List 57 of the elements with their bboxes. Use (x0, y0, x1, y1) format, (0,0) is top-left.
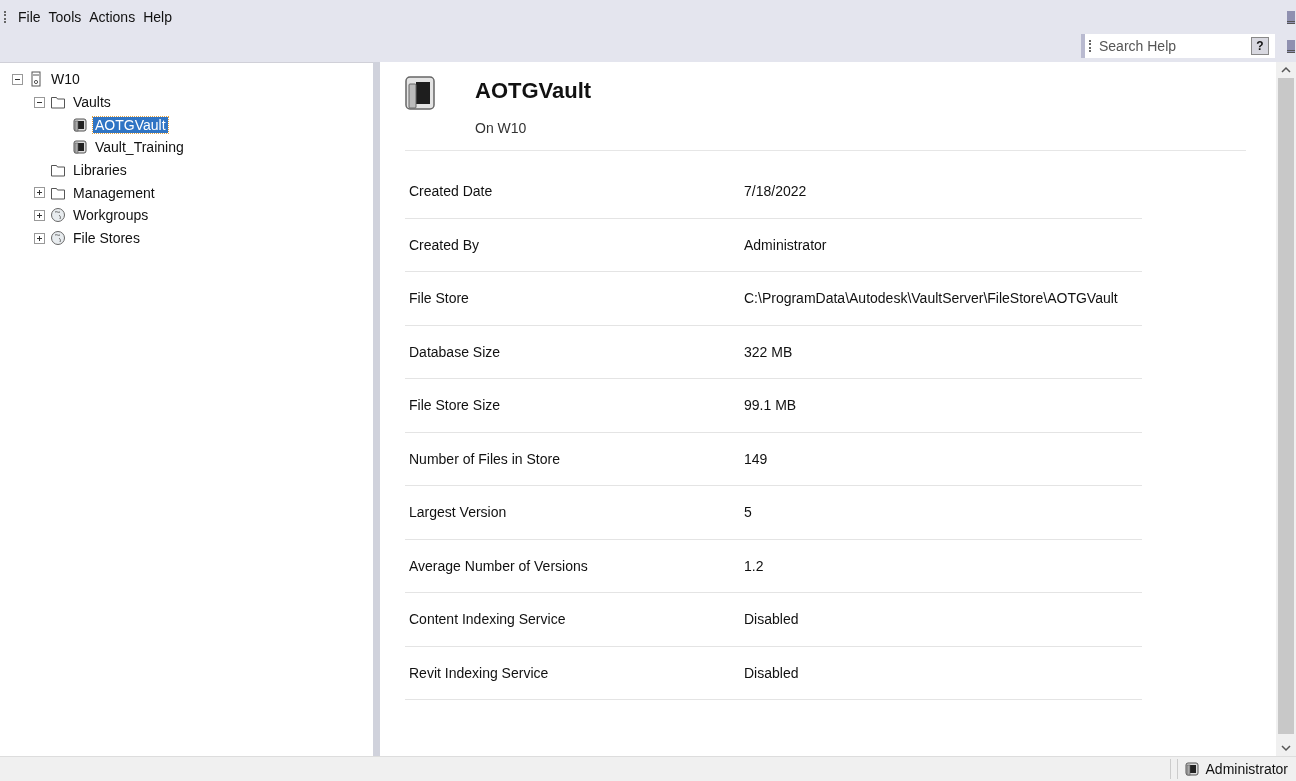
tree-item[interactable]: AOTGVault (93, 116, 168, 133)
scroll-down-icon[interactable] (1281, 744, 1291, 752)
property-value: Disabled (744, 611, 799, 628)
vault-icon (72, 116, 88, 133)
property-value: 322 MB (744, 343, 793, 360)
toolbar-overflow-icon[interactable] (1287, 10, 1295, 24)
globe-icon (50, 207, 66, 224)
expand-toggle[interactable] (34, 187, 45, 199)
property-value: 5 (744, 504, 752, 521)
tree-item[interactable]: W10 (49, 71, 82, 88)
tree-item[interactable]: Libraries (71, 162, 129, 179)
help-button[interactable]: ? (1251, 37, 1269, 55)
tree-item[interactable]: File Stores (71, 230, 142, 247)
vault-icon (72, 139, 88, 156)
property-label: Database Size (409, 343, 502, 360)
property-value: 7/18/2022 (744, 183, 807, 200)
vertical-scrollbar[interactable] (1276, 62, 1296, 756)
property-value: 149 (744, 450, 768, 467)
property-value: Disabled (744, 664, 799, 681)
menu-item[interactable]: File (14, 9, 45, 25)
toolbar-grip[interactable] (4, 11, 8, 23)
vault-icon (1183, 761, 1200, 777)
collapse-toggle[interactable] (34, 96, 45, 108)
folder-icon (50, 94, 66, 111)
menu-item[interactable]: Tools (44, 9, 86, 25)
vault-icon (405, 76, 435, 110)
property-value: 1.2 (744, 557, 764, 574)
tree-item[interactable]: Workgroups (71, 207, 151, 224)
property-label: Created By (409, 236, 481, 253)
vault-subtitle: On W10 (475, 120, 528, 136)
property-label: Number of Files in Store (409, 450, 561, 467)
toolbar-overflow-icon[interactable] (1287, 39, 1295, 53)
property-value: C:\ProgramData\Autodesk\VaultServer\FileStore\AOTGVault (744, 290, 1118, 307)
server-icon (28, 71, 44, 88)
folder-icon (50, 162, 66, 179)
search-field[interactable]: Search Help ? (1081, 34, 1275, 58)
expand-toggle[interactable] (34, 209, 45, 221)
tree-item[interactable]: Vault_Training (93, 139, 186, 156)
scroll-up-icon[interactable] (1281, 66, 1291, 74)
property-value: Administrator (744, 236, 827, 253)
status-user: Administrator (1205, 761, 1288, 777)
property-label: File Store (409, 290, 470, 307)
property-label: Content Indexing Service (409, 611, 567, 628)
globe-icon (50, 230, 66, 247)
property-label: File Store Size (409, 397, 502, 414)
tree-item[interactable]: Management (71, 184, 157, 201)
expand-toggle[interactable] (34, 232, 45, 244)
collapse-toggle[interactable] (12, 73, 23, 85)
property-label: Revit Indexing Service (409, 664, 550, 681)
menu-item[interactable]: Help (139, 9, 176, 25)
property-label: Largest Version (409, 504, 508, 521)
vault-title: AOTGVault (475, 77, 592, 104)
tree-item[interactable]: Vaults (71, 94, 113, 111)
property-value: 99.1 MB (744, 397, 797, 414)
property-label: Created Date (409, 183, 494, 200)
property-label: Average Number of Versions (409, 557, 589, 574)
menu-item[interactable]: Actions (85, 9, 140, 25)
